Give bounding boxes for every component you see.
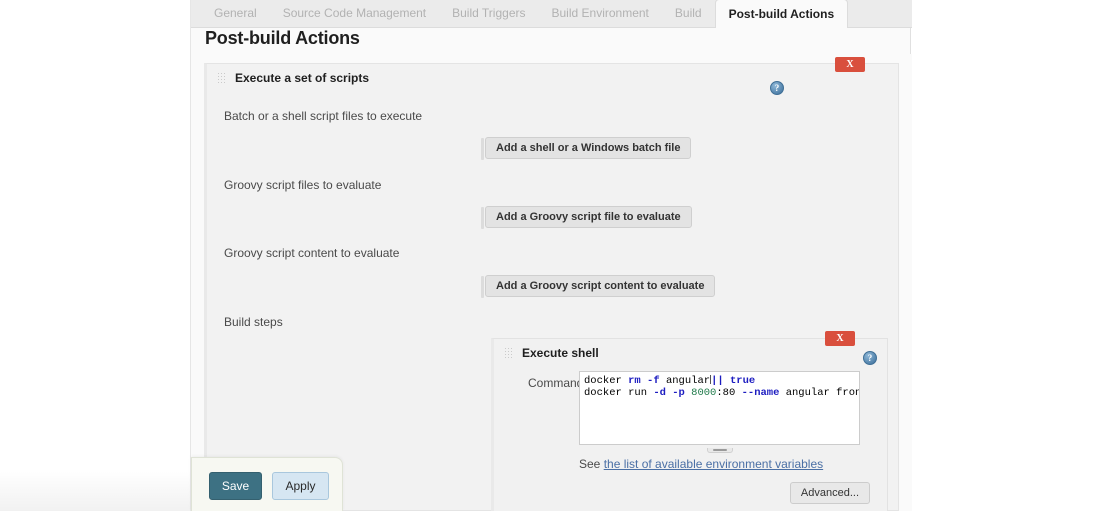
- textarea-resize-grip[interactable]: [706, 448, 733, 453]
- config-body: Execute a set of scripts ? X Batch or a …: [191, 54, 912, 511]
- environment-variables-link[interactable]: the list of available environment variab…: [604, 457, 823, 471]
- tab-build[interactable]: Build: [662, 0, 715, 27]
- drag-handle-icon[interactable]: [217, 71, 226, 85]
- block-title: Execute a set of scripts: [235, 71, 370, 85]
- environment-variables-hint: See the list of available environment va…: [579, 457, 823, 471]
- see-prefix: See: [579, 457, 604, 471]
- tab-build-triggers[interactable]: Build Triggers: [439, 0, 538, 27]
- add-groovy-script-file-button[interactable]: Add a Groovy script file to evaluate: [481, 206, 692, 229]
- page-title: Post-build Actions: [205, 28, 360, 48]
- tab-general[interactable]: General: [201, 0, 270, 27]
- config-tab-bar: General Source Code Management Build Tri…: [191, 0, 912, 28]
- apply-button[interactable]: Apply: [272, 472, 329, 500]
- help-icon[interactable]: ?: [863, 351, 877, 365]
- row-label-groovy-script-content: Groovy script content to evaluate: [224, 246, 400, 260]
- screenshot-root: General Source Code Management Build Tri…: [0, 0, 1100, 511]
- delete-build-step-button[interactable]: X: [825, 331, 855, 346]
- row-label-build-steps: Build steps: [224, 315, 283, 329]
- row-label-groovy-script-files: Groovy script files to evaluate: [224, 178, 382, 192]
- add-groovy-script-content-button[interactable]: Add a Groovy script content to evaluate: [480, 275, 716, 298]
- job-config-column: General Source Code Management Build Tri…: [190, 0, 912, 511]
- add-shell-or-windows-batch-file-button[interactable]: Add a shell or a Windows batch file: [480, 137, 692, 160]
- help-icon[interactable]: ?: [770, 81, 784, 95]
- block-header: Execute a set of scripts: [207, 64, 898, 92]
- tab-source-code-management[interactable]: Source Code Management: [270, 0, 439, 27]
- drag-handle-icon[interactable]: [504, 346, 513, 360]
- command-textarea-wrapper: docker rm -f angular|| true docker run -d…: [579, 371, 860, 453]
- tab-post-build-actions[interactable]: Post-build Actions: [714, 0, 849, 28]
- command-label: Command: [528, 376, 584, 390]
- command-textarea[interactable]: docker rm -f angular|| true docker run -d…: [579, 371, 860, 445]
- row-label-batch-or-shell-script-files: Batch or a shell script files to execute: [224, 109, 423, 123]
- advanced-button[interactable]: Advanced...: [789, 482, 870, 504]
- post-build-step-execute-a-set-of-scripts: Execute a set of scripts ? X Batch or a …: [204, 57, 899, 511]
- inner-block-title: Execute shell: [522, 346, 599, 360]
- tab-build-environment[interactable]: Build Environment: [539, 0, 662, 27]
- save-button[interactable]: Save: [209, 472, 262, 500]
- delete-block-button[interactable]: X: [835, 57, 865, 72]
- save-apply-bar: Save Apply: [191, 457, 343, 511]
- build-step-execute-shell: Execute shell ? X Command docker rm -f a…: [491, 331, 888, 511]
